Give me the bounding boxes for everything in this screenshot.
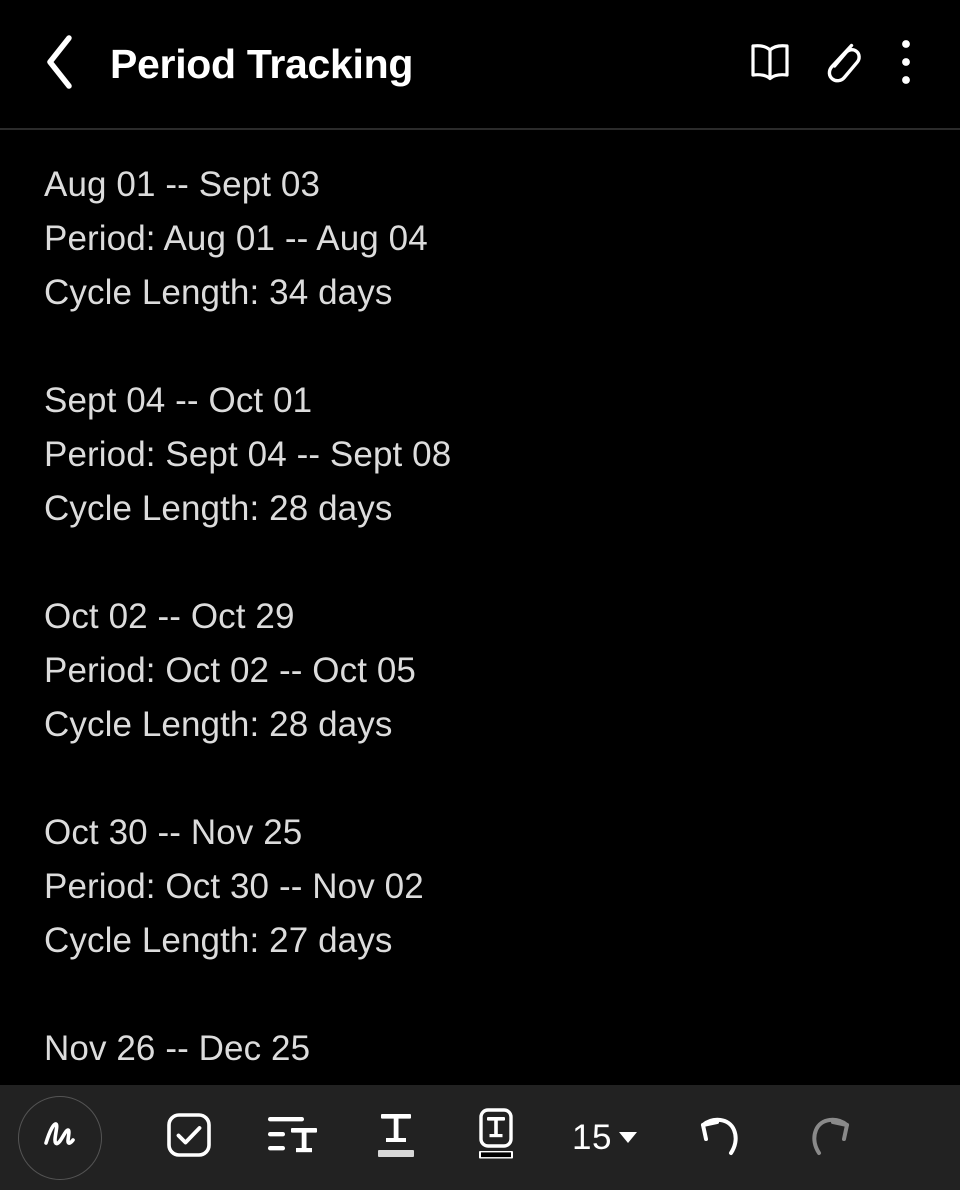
cycle-entry-block: Sept 04 -- Oct 01 Period: Sept 04 -- Sep… bbox=[44, 374, 940, 536]
handwriting-pen-icon bbox=[37, 1115, 83, 1160]
app-header: Period Tracking bbox=[0, 0, 960, 130]
cycle-length-line: Cycle Length: 27 days bbox=[44, 921, 393, 960]
paperclip-icon bbox=[820, 39, 864, 90]
cycle-length-line: Cycle Length: 34 days bbox=[44, 273, 393, 312]
text-underline-color-icon bbox=[372, 1108, 420, 1167]
note-content-area[interactable]: Aug 01 -- Sept 03 Period: Aug 01 -- Aug … bbox=[0, 132, 960, 1085]
editor-toolbar: 15 bbox=[0, 1085, 960, 1190]
attachment-button[interactable] bbox=[806, 28, 878, 100]
paragraph-text-style-icon bbox=[266, 1112, 320, 1163]
text-highlight-boxed-icon bbox=[472, 1107, 520, 1168]
chevron-left-icon bbox=[42, 33, 76, 96]
handwriting-circle bbox=[18, 1095, 102, 1180]
cycle-period-line: Period: Oct 02 -- Oct 05 bbox=[44, 651, 416, 690]
note-editor-screen: Period Tracking Aug 01 -- Sept 03 Period… bbox=[0, 0, 960, 1190]
handwriting-mode-button[interactable] bbox=[0, 1085, 102, 1190]
page-title: Period Tracking bbox=[110, 40, 414, 87]
cycle-period-line: Period: Sept 04 -- Sept 08 bbox=[44, 435, 452, 474]
more-options-button[interactable] bbox=[878, 28, 934, 100]
cycle-entry-block: Oct 30 -- Nov 25 Period: Oct 30 -- Nov 0… bbox=[44, 806, 940, 968]
text-color-button[interactable] bbox=[372, 1085, 420, 1190]
cycle-range-line: Sept 04 -- Oct 01 bbox=[44, 381, 313, 420]
cycle-range-line: Nov 26 -- Dec 25 bbox=[44, 1029, 311, 1068]
cycle-range-line: Aug 01 -- Sept 03 bbox=[44, 165, 321, 204]
header-actions bbox=[734, 28, 960, 100]
checklist-button[interactable] bbox=[164, 1085, 214, 1190]
redo-button[interactable] bbox=[803, 1085, 857, 1190]
redo-arrow-icon bbox=[803, 1111, 857, 1164]
cycle-length-line: Cycle Length: 28 days bbox=[44, 489, 393, 528]
reading-mode-button[interactable] bbox=[734, 28, 806, 100]
undo-button[interactable] bbox=[693, 1085, 747, 1190]
font-size-value: 15 bbox=[572, 1117, 612, 1157]
undo-arrow-icon bbox=[693, 1111, 747, 1164]
cycle-range-line: Oct 30 -- Nov 25 bbox=[44, 813, 303, 852]
chevron-down-icon bbox=[618, 1132, 637, 1143]
cycle-range-line: Oct 02 -- Oct 29 bbox=[44, 597, 295, 636]
cycle-entry-block: Oct 02 -- Oct 29 Period: Oct 02 -- Oct 0… bbox=[44, 590, 940, 752]
paragraph-style-button[interactable] bbox=[266, 1085, 320, 1190]
three-dot-menu-icon bbox=[899, 38, 913, 91]
cycle-entry-block: Nov 26 -- Dec 25 bbox=[44, 1022, 940, 1076]
back-button[interactable] bbox=[42, 29, 104, 99]
font-size-selector[interactable]: 15 bbox=[572, 1085, 637, 1190]
cycle-period-line: Period: Oct 30 -- Nov 02 bbox=[44, 867, 424, 906]
checkbox-checked-icon bbox=[164, 1110, 214, 1165]
cycle-entry-block: Aug 01 -- Sept 03 Period: Aug 01 -- Aug … bbox=[44, 158, 940, 320]
cycle-period-line: Period: Aug 01 -- Aug 04 bbox=[44, 219, 428, 258]
book-icon bbox=[747, 42, 793, 87]
text-highlight-button[interactable] bbox=[472, 1085, 520, 1190]
cycle-length-line: Cycle Length: 28 days bbox=[44, 705, 393, 744]
